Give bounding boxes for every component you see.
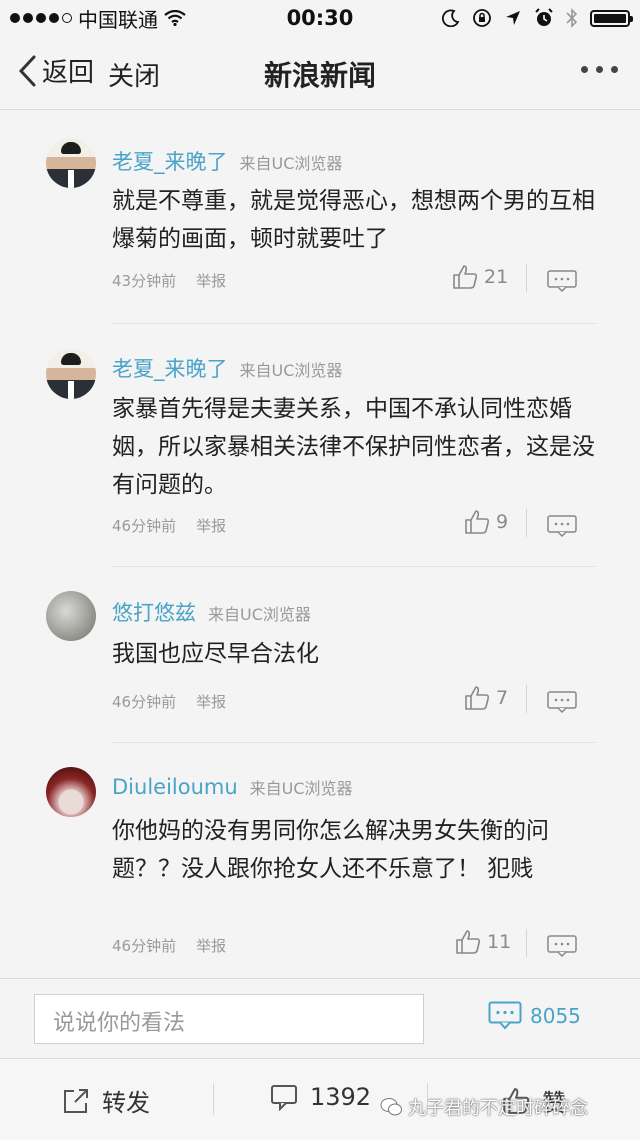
comment-time: 46分钟前 [112, 517, 177, 535]
report-button[interactable]: 举报 [196, 693, 226, 711]
comment-author[interactable]: Diuleiloumu 来自UC浏览器 [112, 775, 353, 799]
navigation-bar: 返回 关闭 新浪新闻 [0, 36, 640, 110]
wifi-icon [164, 10, 186, 26]
like-count: 21 [484, 266, 509, 288]
comment-username[interactable]: Diuleiloumu [112, 775, 238, 799]
comment-meta: 46分钟前 举报 [112, 515, 226, 536]
comment-username[interactable]: 悠打悠兹 [112, 601, 196, 625]
like-count: 11 [487, 931, 512, 953]
status-left: 中国联通 [10, 4, 186, 33]
page-title: 新浪新闻 [263, 59, 376, 92]
avatar[interactable] [46, 138, 96, 188]
comment-time: 43分钟前 [112, 272, 177, 290]
comment-source: 来自UC浏览器 [208, 605, 311, 624]
action-divider [526, 929, 527, 957]
more-dot-icon [581, 66, 588, 73]
comment-time: 46分钟前 [112, 693, 177, 711]
avatar[interactable] [46, 591, 96, 641]
signal-strength-icon [10, 13, 72, 23]
report-button[interactable]: 举报 [196, 517, 226, 535]
like-count: 7 [496, 687, 509, 709]
report-button[interactable]: 举报 [196, 272, 226, 290]
action-divider [526, 509, 527, 537]
comment-username[interactable]: 老夏_来晚了 [112, 150, 228, 174]
like-button[interactable]: 21 [452, 264, 508, 290]
comment-text: 家暴首先得是夫妻关系，中国不承认同性恋婚姻，所以家暴相关法律不保护同性恋者，这是… [112, 396, 595, 498]
like-button[interactable]: 11 [455, 929, 511, 955]
wechat-logo-icon [380, 1098, 402, 1116]
comment-source: 来自UC浏览器 [239, 154, 343, 173]
bluetooth-icon [566, 8, 578, 28]
comment-item: 老夏_来晚了 来自UC浏览器 就是不尊重，就是觉得恶心，想想两个男的互相爆菊的画面… [0, 110, 640, 325]
action-divider [526, 264, 527, 292]
status-right [442, 8, 633, 28]
like-button[interactable]: 7 [464, 685, 508, 711]
comment-item: Diuleiloumu 来自UC浏览器 你他妈的没有男同你怎么解决男女失衡的问题？… [0, 743, 640, 978]
comment-text: 我国也应尽早合法化 [112, 641, 319, 667]
comment-time: 46分钟前 [112, 937, 177, 955]
comment-username[interactable]: 老夏_来晚了 [112, 357, 228, 381]
comment-meta: 46分钟前 举报 [112, 691, 226, 712]
comment-text: 就是不尊重，就是觉得恶心，想想两个男的互相爆菊的画面，顿时就要吐了 [112, 188, 595, 252]
battery-icon [590, 9, 633, 27]
comments-count: 1392 [310, 1083, 372, 1111]
like-button[interactable]: 9 [464, 509, 508, 535]
thumbs-up-icon [465, 510, 490, 534]
rotation-lock-icon [473, 9, 491, 27]
comment-author[interactable]: 老夏_来晚了 来自UC浏览器 [112, 146, 342, 176]
comment-source: 来自UC浏览器 [239, 361, 343, 380]
comment-count: 8055 [530, 1004, 581, 1028]
comment-input-bar: 说说你的看法 8055 [0, 978, 640, 1055]
status-bar: 中国联通 00:30 [0, 0, 640, 36]
reply-icon[interactable] [547, 515, 577, 537]
reply-icon[interactable] [547, 935, 577, 957]
view-comments-button[interactable]: 1392 [270, 1083, 371, 1111]
comment-divider [112, 323, 596, 324]
location-icon [506, 11, 520, 25]
watermark: 丸子君的不定时碎碎念 [380, 1094, 588, 1120]
bottom-divider [213, 1083, 214, 1115]
watermark-text: 丸子君的不定时碎碎念 [408, 1098, 588, 1119]
comment-item: 老夏_来晚了 来自UC浏览器 家暴首先得是夫妻关系，中国不承认同性恋婚姻，所以家暴… [0, 325, 640, 567]
comments-button[interactable]: 8055 [488, 1001, 581, 1031]
reply-icon[interactable] [547, 691, 577, 713]
comment-icon [271, 1085, 297, 1111]
comment-source: 来自UC浏览器 [249, 779, 353, 798]
comment-bubble-icon [488, 1001, 522, 1030]
thumbs-up-icon [453, 265, 478, 289]
report-button[interactable]: 举报 [196, 937, 226, 955]
alarm-icon [535, 8, 553, 26]
comment-author[interactable]: 悠打悠兹 来自UC浏览器 [112, 597, 311, 627]
share-label: 转发 [102, 1089, 150, 1117]
comment-meta: 43分钟前 举报 [112, 270, 226, 291]
share-button[interactable]: 转发 [62, 1083, 150, 1118]
more-options-button[interactable] [581, 66, 618, 73]
comment-text: 你他妈的没有男同你怎么解决男女失衡的问题？？没人跟你抢女人还不乐意了！ 犯贱 [112, 818, 549, 882]
share-icon [64, 1088, 88, 1113]
comment-meta: 46分钟前 举报 [112, 935, 226, 956]
action-divider [526, 685, 527, 713]
carrier-label: 中国联通 [78, 7, 158, 32]
thumbs-up-icon [465, 686, 490, 710]
more-dot-icon [611, 66, 618, 73]
more-dot-icon [596, 66, 603, 73]
comment-author[interactable]: 老夏_来晚了 来自UC浏览器 [112, 353, 342, 383]
comment-item: 悠打悠兹 来自UC浏览器 我国也应尽早合法化 46分钟前 举报 7 [0, 567, 640, 743]
thumbs-up-icon [456, 930, 481, 954]
avatar[interactable] [46, 349, 96, 399]
avatar[interactable] [46, 767, 96, 817]
like-count: 9 [496, 511, 509, 533]
moon-icon [442, 9, 460, 27]
reply-icon[interactable] [547, 270, 577, 292]
comment-input[interactable]: 说说你的看法 [34, 994, 424, 1044]
